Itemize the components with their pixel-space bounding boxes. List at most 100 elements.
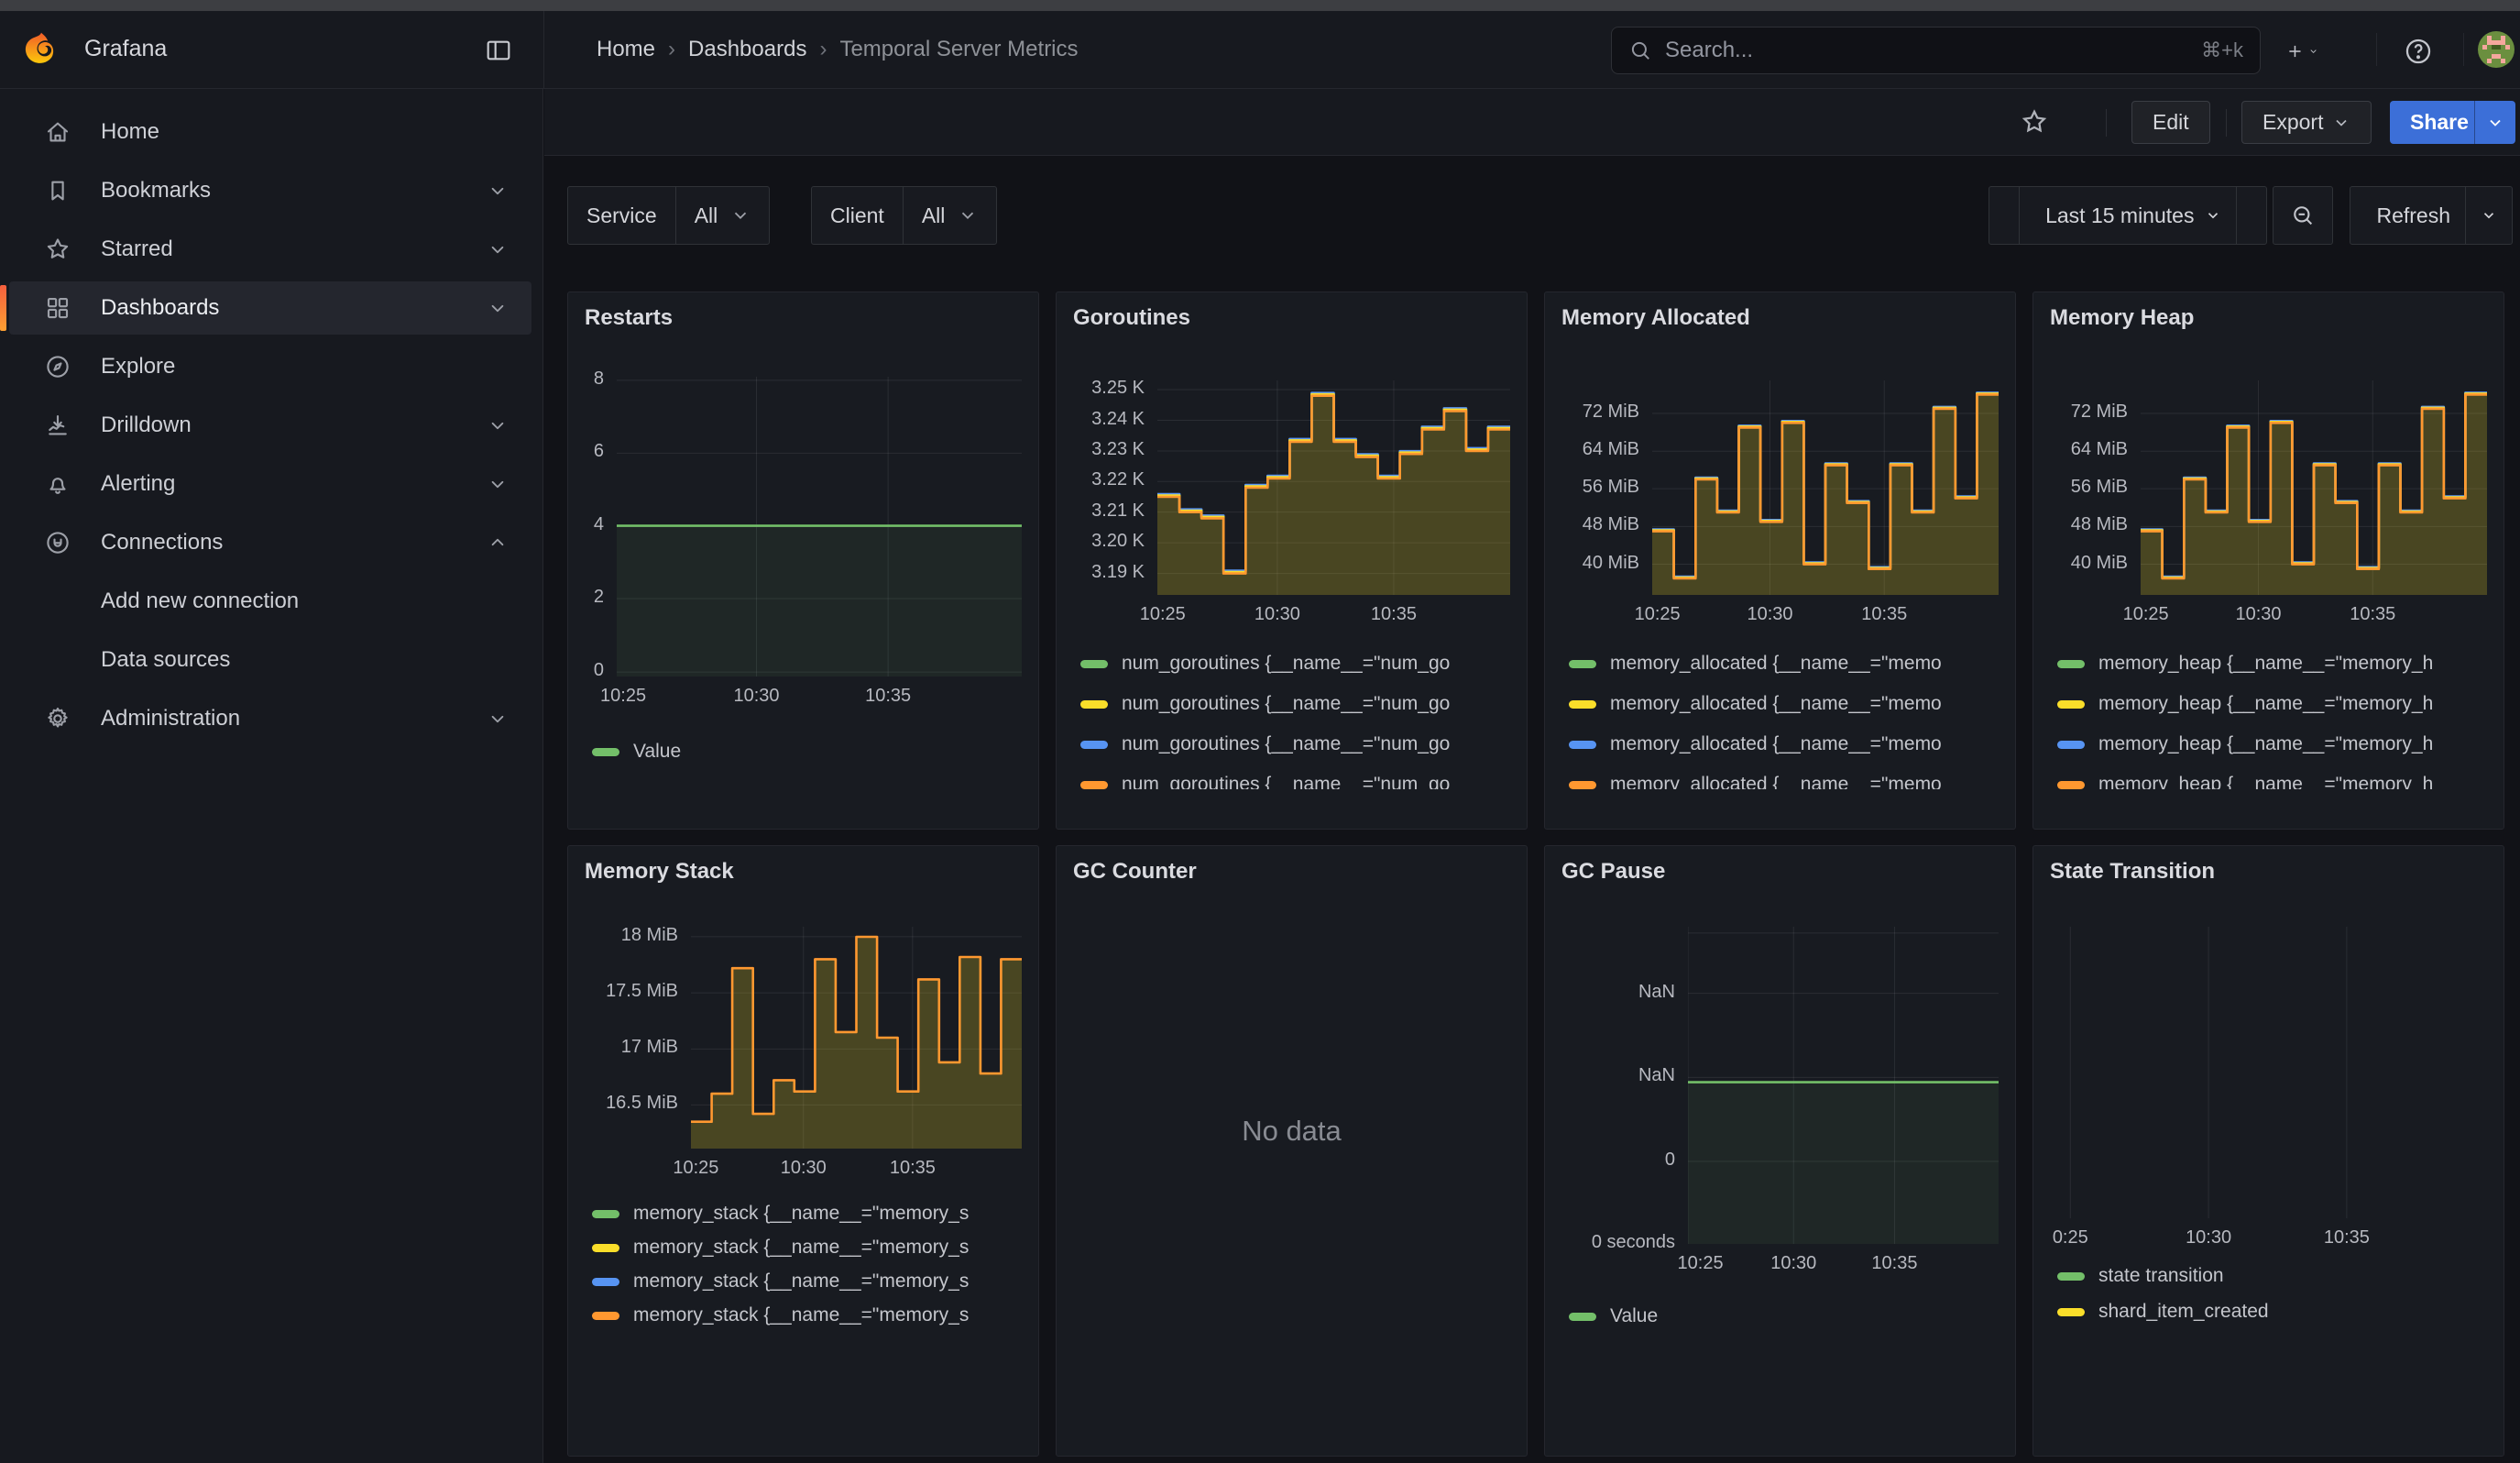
sidebar-toggle-icon[interactable] (484, 36, 513, 65)
legend-item[interactable]: Value (592, 740, 1033, 764)
client-filter-value[interactable]: All (903, 187, 997, 244)
panel-title[interactable]: GC Counter (1073, 859, 1197, 885)
panel-title[interactable]: Goroutines (1073, 305, 1190, 331)
grafana-logo-icon[interactable] (22, 31, 60, 70)
legend-swatch (1080, 700, 1108, 709)
sidebar-item-add-new-connection[interactable]: Add new connection (9, 575, 531, 628)
help-icon[interactable] (2403, 35, 2436, 68)
legend-item[interactable]: shard_item_created (2057, 1300, 2498, 1324)
chart-plot[interactable]: 18 MiB17.5 MiB17 MiB16.5 MiB10:2510:3010… (691, 927, 1022, 1149)
legend-item[interactable]: memory_heap {__name__="memory_h (2057, 652, 2498, 676)
legend-swatch (2057, 700, 2085, 709)
legend-swatch (2057, 741, 2085, 749)
sidebar-item-connections[interactable]: Connections (9, 516, 531, 569)
search-input[interactable]: Search... ⌘+k (1611, 27, 2261, 74)
x-axis-tick: 10:35 (890, 1158, 936, 1179)
chevron-down-icon[interactable] (486, 296, 509, 320)
legend-item[interactable]: num_goroutines {__name__="num_go (1080, 652, 1521, 676)
legend-item[interactable]: memory_stack {__name__="memory_s (592, 1202, 1033, 1226)
panel-title[interactable]: Memory Allocated (1561, 305, 1750, 331)
sidebar-item-dashboards[interactable]: Dashboards (9, 281, 531, 335)
y-axis-tick: NaN (1545, 982, 1675, 1003)
export-button[interactable]: Export (2241, 101, 2372, 144)
panel-state-transition: State Transition 0:2510:3010:35 state tran… (2032, 845, 2504, 1457)
time-shift-forward-button[interactable] (2236, 187, 2266, 244)
legend-item[interactable]: memory_stack {__name__="memory_s (592, 1236, 1033, 1260)
panel-title[interactable]: Memory Heap (2050, 305, 2194, 331)
panel-restarts: Restarts 8642010:2510:3010:35 Value (567, 292, 1039, 830)
legend-item[interactable]: memory_allocated {__name__="memo (1569, 732, 2010, 756)
time-shift-back-button[interactable] (1989, 187, 2019, 244)
y-axis-tick: 17.5 MiB (568, 981, 678, 1002)
chart-plot[interactable]: 0:2510:3010:35 (2068, 927, 2487, 1218)
legend-swatch (2057, 1308, 2085, 1316)
chevron-down-icon[interactable] (486, 237, 509, 261)
sidebar-item-starred[interactable]: Starred (9, 223, 531, 276)
legend-label: num_goroutines {__name__="num_go (1122, 774, 1450, 789)
add-new-button[interactable] (2285, 35, 2318, 68)
legend-label: memory_heap {__name__="memory_h (2098, 693, 2433, 715)
time-range-label: Last 15 minutes (2045, 204, 2194, 228)
edit-button[interactable]: Edit (2131, 101, 2210, 144)
y-axis-tick: 40 MiB (2033, 553, 2128, 574)
legend-item[interactable]: memory_heap {__name__="memory_h (2057, 773, 2498, 789)
app-title[interactable]: Grafana (84, 36, 167, 62)
breadcrumb-home[interactable]: Home (597, 37, 655, 62)
y-axis-tick: 4 (568, 514, 604, 535)
chart-plot[interactable]: NaNNaN00 seconds10:2510:3010:35 (1688, 927, 1999, 1244)
panel-gc-pause: GC Pause NaNNaN00 seconds10:2510:3010:35 V… (1544, 845, 2016, 1457)
search-shortcut: ⌘+k (2201, 38, 2243, 62)
sidebar-item-explore[interactable]: Explore (9, 340, 531, 393)
legend-item[interactable]: memory_allocated {__name__="memo (1569, 692, 2010, 716)
legend-item[interactable]: num_goroutines {__name__="num_go (1080, 773, 1521, 789)
chart-plot[interactable]: 3.25 K3.24 K3.23 K3.22 K3.21 K3.20 K3.19… (1157, 380, 1510, 595)
panel-title[interactable]: GC Pause (1561, 859, 1665, 885)
user-avatar[interactable] (2478, 31, 2515, 68)
sidebar-item-administration[interactable]: Administration (9, 692, 531, 745)
legend-item[interactable]: memory_stack {__name__="memory_s (592, 1270, 1033, 1293)
service-filter[interactable]: Service All (567, 186, 770, 245)
refresh-button[interactable]: Refresh (2350, 187, 2465, 244)
sidebar-item-drilldown[interactable]: Drilldown (9, 399, 531, 452)
sidebar-item-bookmarks[interactable]: Bookmarks (9, 164, 531, 217)
chevron-down-icon[interactable] (486, 413, 509, 437)
legend-item[interactable]: memory_allocated {__name__="memo (1569, 773, 2010, 789)
zoom-out-button[interactable] (2273, 186, 2333, 245)
favorite-star-icon[interactable] (2020, 107, 2049, 137)
sidebar-item-home[interactable]: Home (9, 105, 531, 159)
time-range-picker[interactable]: Last 15 minutes (2019, 187, 2236, 244)
legend-item[interactable]: memory_heap {__name__="memory_h (2057, 692, 2498, 716)
chevron-down-icon[interactable] (486, 472, 509, 496)
panel-title[interactable]: State Transition (2050, 859, 2215, 885)
chevron-down-icon (2205, 207, 2221, 224)
legend-item[interactable]: state transition (2057, 1264, 2498, 1288)
client-filter[interactable]: Client All (811, 186, 997, 245)
chart-plot[interactable]: 72 MiB64 MiB56 MiB48 MiB40 MiB10:2510:30… (2141, 380, 2487, 595)
y-axis-tick: 0 (568, 660, 604, 681)
panel-title[interactable]: Restarts (585, 305, 673, 331)
breadcrumb-dashboards[interactable]: Dashboards (688, 37, 806, 62)
legend-item[interactable]: memory_allocated {__name__="memo (1569, 652, 2010, 676)
share-options-button[interactable] (2474, 101, 2515, 144)
chart-legend: Value (592, 740, 1033, 780)
sidebar-item-label: Dashboards (101, 295, 219, 321)
legend-item[interactable]: memory_stack {__name__="memory_s (592, 1304, 1033, 1327)
legend-label: memory_heap {__name__="memory_h (2098, 774, 2433, 789)
chart-plot[interactable]: 72 MiB64 MiB56 MiB48 MiB40 MiB10:2510:30… (1652, 380, 1999, 595)
sidebar-item-data-sources[interactable]: Data sources (9, 633, 531, 687)
panel-title[interactable]: Memory Stack (585, 859, 734, 885)
legend-item[interactable]: memory_heap {__name__="memory_h (2057, 732, 2498, 756)
sidebar-item-alerting[interactable]: Alerting (9, 457, 531, 511)
chart-plot[interactable]: 8642010:2510:3010:35 (617, 377, 1022, 676)
chevron-down-icon[interactable] (486, 707, 509, 731)
chevron-up-icon[interactable] (486, 531, 509, 555)
window-top-strip (0, 0, 2520, 11)
legend-item[interactable]: num_goroutines {__name__="num_go (1080, 732, 1521, 756)
y-axis-tick: 40 MiB (1545, 553, 1639, 574)
legend-item[interactable]: num_goroutines {__name__="num_go (1080, 692, 1521, 716)
x-axis-tick: 10:35 (1861, 604, 1907, 625)
service-filter-value[interactable]: All (675, 187, 770, 244)
legend-item[interactable]: Value (1569, 1304, 2010, 1328)
refresh-interval-button[interactable] (2465, 187, 2512, 244)
chevron-down-icon[interactable] (486, 179, 509, 203)
